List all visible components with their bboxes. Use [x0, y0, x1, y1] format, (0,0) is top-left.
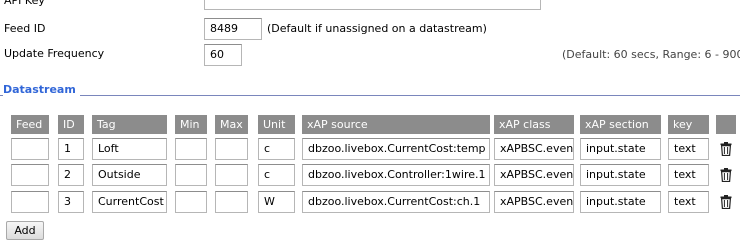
xap-source-cell-input[interactable]: dbzoo.livebox.CurrentCost:temp — [302, 138, 490, 160]
unit-cell-input[interactable]: c — [258, 164, 295, 186]
id-cell-input[interactable]: 3 — [58, 191, 84, 213]
column-header-id: ID — [58, 115, 84, 134]
column-header-key: key — [668, 115, 709, 134]
xap-source-cell-input[interactable]: dbzoo.livebox.CurrentCost:ch.1 — [302, 191, 490, 213]
feed-id-label: Feed ID — [4, 22, 46, 35]
column-header-feed: Feed — [11, 115, 49, 134]
feed-cell-input[interactable] — [11, 164, 49, 186]
column-header-xap-source: xAP source — [302, 115, 490, 134]
feed-id-hint: (Default if unassigned on a datastream) — [267, 22, 487, 35]
min-cell-input[interactable] — [175, 191, 207, 213]
update-frequency-label: Update Frequency — [4, 47, 105, 60]
column-header-tag: Tag — [92, 115, 167, 134]
tag-cell-input[interactable]: Outside — [92, 164, 167, 186]
xap-section-cell-input[interactable]: input.state — [580, 191, 661, 213]
api-key-label: API Key — [4, 0, 45, 7]
xap-section-cell-input[interactable]: input.state — [580, 164, 661, 186]
unit-cell-input[interactable]: W — [258, 191, 295, 213]
id-cell-input[interactable]: 1 — [58, 138, 84, 160]
tag-cell-input[interactable]: Loft — [92, 138, 167, 160]
feed-cell-input[interactable] — [11, 191, 49, 213]
xap-class-cell-input[interactable]: xAPBSC.event — [494, 164, 574, 186]
xap-class-cell-input[interactable]: xAPBSC.event — [494, 191, 574, 213]
trash-icon[interactable] — [720, 168, 732, 182]
update-frequency-input[interactable]: 60 — [204, 44, 242, 66]
xap-class-cell-input[interactable]: xAPBSC.event — [494, 138, 574, 160]
min-cell-input[interactable] — [175, 138, 207, 160]
update-frequency-hint: (Default: 60 secs, Range: 6 - 900) — [562, 48, 740, 61]
id-cell-input[interactable]: 2 — [58, 164, 84, 186]
key-cell-input[interactable]: text — [668, 164, 709, 186]
column-header-max: Max — [215, 115, 248, 134]
xap-section-cell-input[interactable]: input.state — [580, 138, 661, 160]
tag-cell-input[interactable]: CurrentCost — [92, 191, 167, 213]
unit-cell-input[interactable]: c — [258, 138, 295, 160]
min-cell-input[interactable] — [175, 164, 207, 186]
trash-icon[interactable] — [720, 142, 732, 156]
column-header-xap-class: xAP class — [494, 115, 574, 134]
key-cell-input[interactable]: text — [668, 138, 709, 160]
fieldset-border — [0, 95, 740, 96]
add-button[interactable]: Add — [6, 221, 44, 240]
feed-cell-input[interactable] — [11, 138, 49, 160]
column-header-min: Min — [175, 115, 207, 134]
datastream-legend: Datastream — [3, 83, 80, 97]
trash-icon[interactable] — [720, 195, 732, 209]
feed-id-input[interactable]: 8489 — [204, 18, 262, 40]
column-header-unit: Unit — [258, 115, 295, 134]
max-cell-input[interactable] — [215, 191, 248, 213]
max-cell-input[interactable] — [215, 164, 248, 186]
key-cell-input[interactable]: text — [668, 191, 709, 213]
max-cell-input[interactable] — [215, 138, 248, 160]
api-key-input[interactable] — [204, 0, 541, 10]
column-header-xap-section: xAP section — [580, 115, 661, 134]
xap-source-cell-input[interactable]: dbzoo.livebox.Controller:1wire.1 — [302, 164, 490, 186]
column-header-actions — [716, 115, 736, 134]
